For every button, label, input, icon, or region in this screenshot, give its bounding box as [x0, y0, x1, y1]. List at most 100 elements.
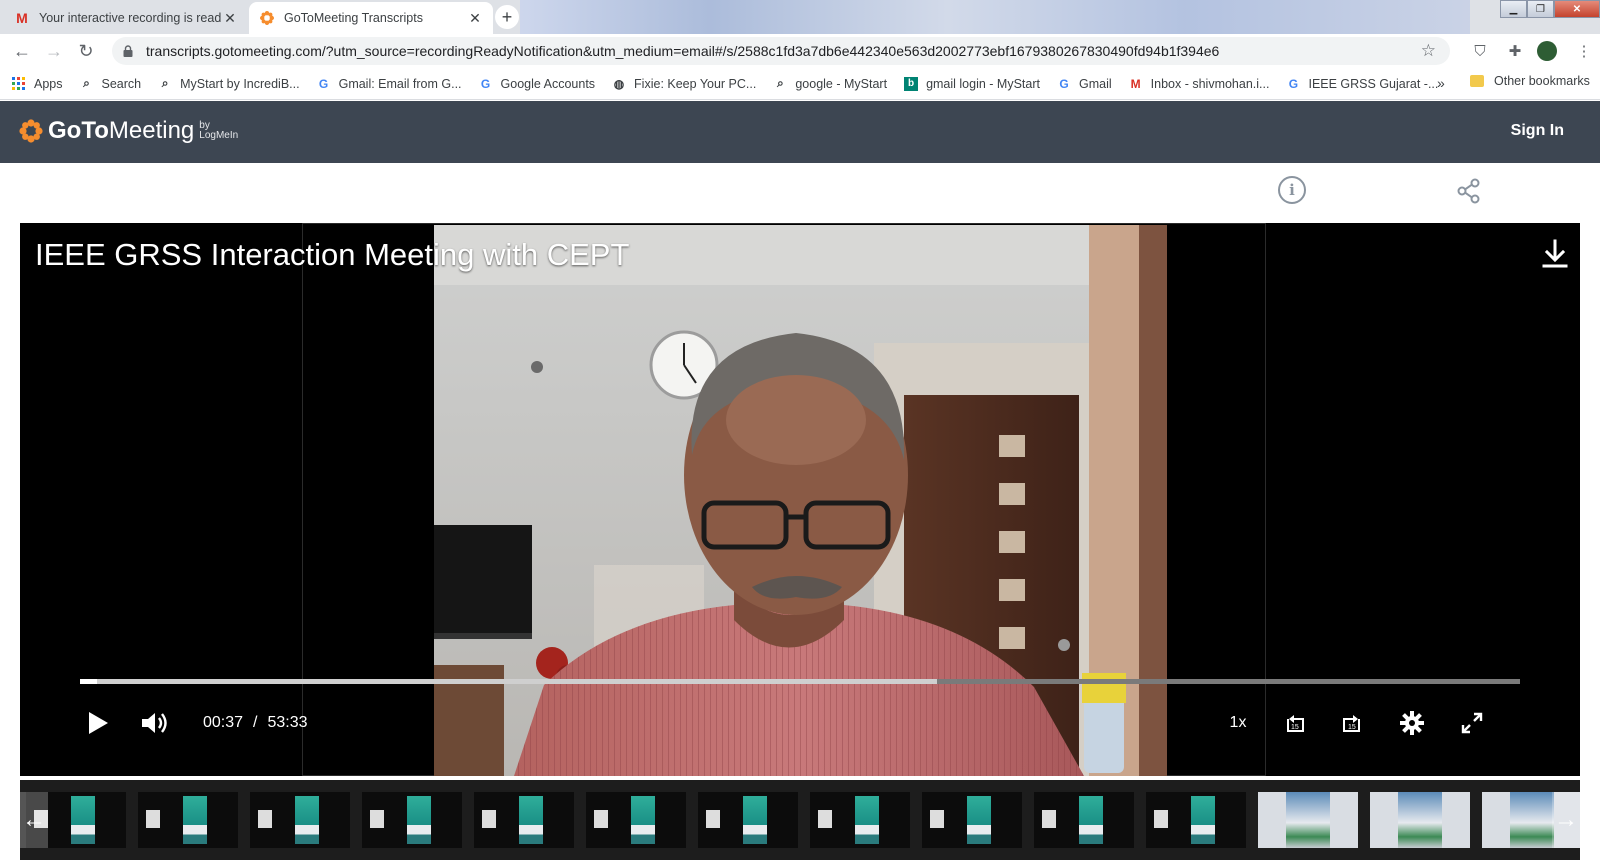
- thumbnail-screen: [1079, 796, 1103, 844]
- bookmark-label: Search: [101, 76, 142, 91]
- new-tab-button[interactable]: +: [495, 5, 519, 29]
- bookmark-gmail-login[interactable]: b gmail login - MyStart: [904, 76, 1040, 91]
- bookmark-google-accounts[interactable]: G Google Accounts: [479, 76, 595, 91]
- sign-in-button[interactable]: Sign In: [1511, 122, 1564, 140]
- recording-thumbnail[interactable]: [1370, 792, 1470, 848]
- filmstrip-prev-icon[interactable]: ←: [20, 792, 48, 848]
- bookmark-ieee-grss[interactable]: G IEEE GRSS Gujarat -...: [1286, 76, 1439, 91]
- thumbnail-document: [146, 810, 160, 828]
- volume-icon[interactable]: [138, 703, 172, 743]
- thumbnail-screen: [519, 796, 543, 844]
- search-icon: ⌕: [776, 76, 784, 90]
- video-title: IEEE GRSS Interaction Meeting with CEPT: [35, 237, 630, 272]
- thumbnail-document: [818, 810, 832, 828]
- thumbnail-photo: [1510, 792, 1554, 848]
- reload-icon[interactable]: ↻: [70, 35, 102, 67]
- recording-thumbnail[interactable]: [250, 792, 350, 848]
- google-icon: G: [1288, 76, 1299, 91]
- bookmark-mystart[interactable]: ⌕ MyStart by IncrediB...: [158, 76, 300, 91]
- search-icon: ⌕: [83, 76, 90, 90]
- filmstrip-next-icon[interactable]: →: [1552, 792, 1580, 848]
- player-controls: 00:37 / 53:33 1x 15 15: [20, 703, 1580, 743]
- bookmark-gmail-email[interactable]: G Gmail: Email from G...: [317, 77, 462, 91]
- shield-extension-icon[interactable]: ⛉: [1466, 34, 1494, 68]
- restore-icon[interactable]: ❐: [1527, 0, 1554, 18]
- seek-bar[interactable]: [80, 679, 1520, 684]
- webcam-video-image: [434, 225, 1167, 776]
- globe-icon: ◍: [613, 76, 625, 91]
- thumbnail-screen: [71, 796, 95, 844]
- settings-gear-icon[interactable]: [1395, 703, 1429, 743]
- minimize-icon[interactable]: ▁: [1500, 0, 1527, 18]
- forward-seconds-label: 15: [1348, 724, 1356, 731]
- thumbnail-photo: [1398, 792, 1442, 848]
- recording-thumbnail[interactable]: [1034, 792, 1134, 848]
- rewind-seconds-label: 15: [1291, 724, 1299, 731]
- thumbnail-document: [1154, 810, 1168, 828]
- time-display: 00:37 / 53:33: [203, 703, 323, 743]
- other-bookmarks-folder[interactable]: Other bookmarks: [1470, 74, 1590, 88]
- gotomeeting-logo[interactable]: GoTo Meeting by LogMeIn: [18, 117, 238, 145]
- play-icon[interactable]: [82, 703, 114, 743]
- bookmark-inbox[interactable]: M Inbox - shivmohan.i...: [1129, 77, 1270, 91]
- bookmark-label: Inbox - shivmohan.i...: [1150, 76, 1270, 91]
- recording-thumbnail[interactable]: [362, 792, 462, 848]
- video-frame: [434, 225, 1167, 776]
- thumbnail-photo: [1286, 792, 1330, 848]
- forward-15-icon[interactable]: 15: [1335, 703, 1369, 743]
- thumbnail-screen: [743, 796, 767, 844]
- recording-thumbnail[interactable]: [1146, 792, 1246, 848]
- bookmark-gmail[interactable]: G Gmail: [1057, 77, 1111, 91]
- recording-thumbnail[interactable]: [922, 792, 1022, 848]
- address-bar[interactable]: transcripts.gotomeeting.com/?utm_source=…: [112, 37, 1450, 65]
- bookmark-label: Apps: [34, 76, 63, 91]
- back-icon[interactable]: ←: [6, 35, 38, 67]
- recording-thumbnail[interactable]: [1258, 792, 1358, 848]
- time-separator: /: [253, 714, 258, 731]
- bookmark-google-mystart[interactable]: ⌕ google - MyStart: [773, 76, 887, 91]
- profile-avatar[interactable]: [1533, 34, 1561, 68]
- forward-icon[interactable]: →: [38, 35, 70, 67]
- other-bookmarks-label: Other bookmarks: [1494, 74, 1590, 88]
- recording-thumbnail[interactable]: [810, 792, 910, 848]
- bookmark-search[interactable]: ⌕ Search: [80, 76, 142, 91]
- share-icon[interactable]: [1455, 177, 1483, 205]
- lock-icon: [123, 45, 133, 57]
- recording-thumbnail[interactable]: [586, 792, 686, 848]
- thumbnail-screen: [183, 796, 207, 844]
- gmail-icon: M: [16, 10, 28, 26]
- bing-icon: b: [904, 76, 919, 91]
- info-icon[interactable]: i: [1278, 176, 1306, 204]
- tab-gmail[interactable]: M Your interactive recording is read ✕: [4, 2, 248, 34]
- extensions-puzzle-icon[interactable]: ✚: [1501, 34, 1529, 68]
- bookmark-star-icon[interactable]: ☆: [1421, 41, 1436, 61]
- bookmarks-overflow-button[interactable]: »: [1437, 75, 1445, 91]
- thumbnail-document: [258, 810, 272, 828]
- recording-thumbnail[interactable]: [698, 792, 798, 848]
- recording-thumbnail[interactable]: [474, 792, 574, 848]
- google-icon: G: [318, 76, 329, 91]
- close-tab-icon[interactable]: ✕: [222, 10, 238, 27]
- playback-speed-button[interactable]: 1x: [1220, 703, 1256, 743]
- close-tab-icon[interactable]: ✕: [467, 10, 483, 27]
- thumbnail-document: [482, 810, 496, 828]
- app-header: GoTo Meeting by LogMeIn Sign In: [0, 101, 1600, 163]
- tab-gotomeeting[interactable]: GoToMeeting Transcripts ✕: [249, 2, 493, 34]
- window-close-icon[interactable]: ✕: [1554, 0, 1600, 18]
- gmail-icon: M: [1130, 76, 1141, 91]
- thumbnail-screen: [855, 796, 879, 844]
- download-icon[interactable]: [1542, 239, 1568, 269]
- thumbnail-document: [930, 810, 944, 828]
- google-icon: G: [480, 76, 491, 91]
- menu-kebab-icon[interactable]: ⋮: [1570, 34, 1598, 68]
- bookmark-fixie[interactable]: ◍ Fixie: Keep Your PC...: [612, 76, 757, 91]
- bookmark-label: IEEE GRSS Gujarat -...: [1308, 76, 1439, 91]
- browser-tab-strip: M Your interactive recording is read ✕ G…: [0, 0, 1600, 34]
- rewind-15-icon[interactable]: 15: [1278, 703, 1312, 743]
- browser-toolbar: ← → ↻ transcripts.gotomeeting.com/?utm_s…: [0, 34, 1600, 68]
- seek-bar-buffered: [80, 679, 937, 684]
- video-player[interactable]: IEEE GRSS Interaction Meeting with CEPT …: [20, 223, 1580, 776]
- fullscreen-icon[interactable]: [1455, 703, 1489, 743]
- bookmark-apps[interactable]: Apps: [12, 76, 63, 91]
- recording-thumbnail[interactable]: [138, 792, 238, 848]
